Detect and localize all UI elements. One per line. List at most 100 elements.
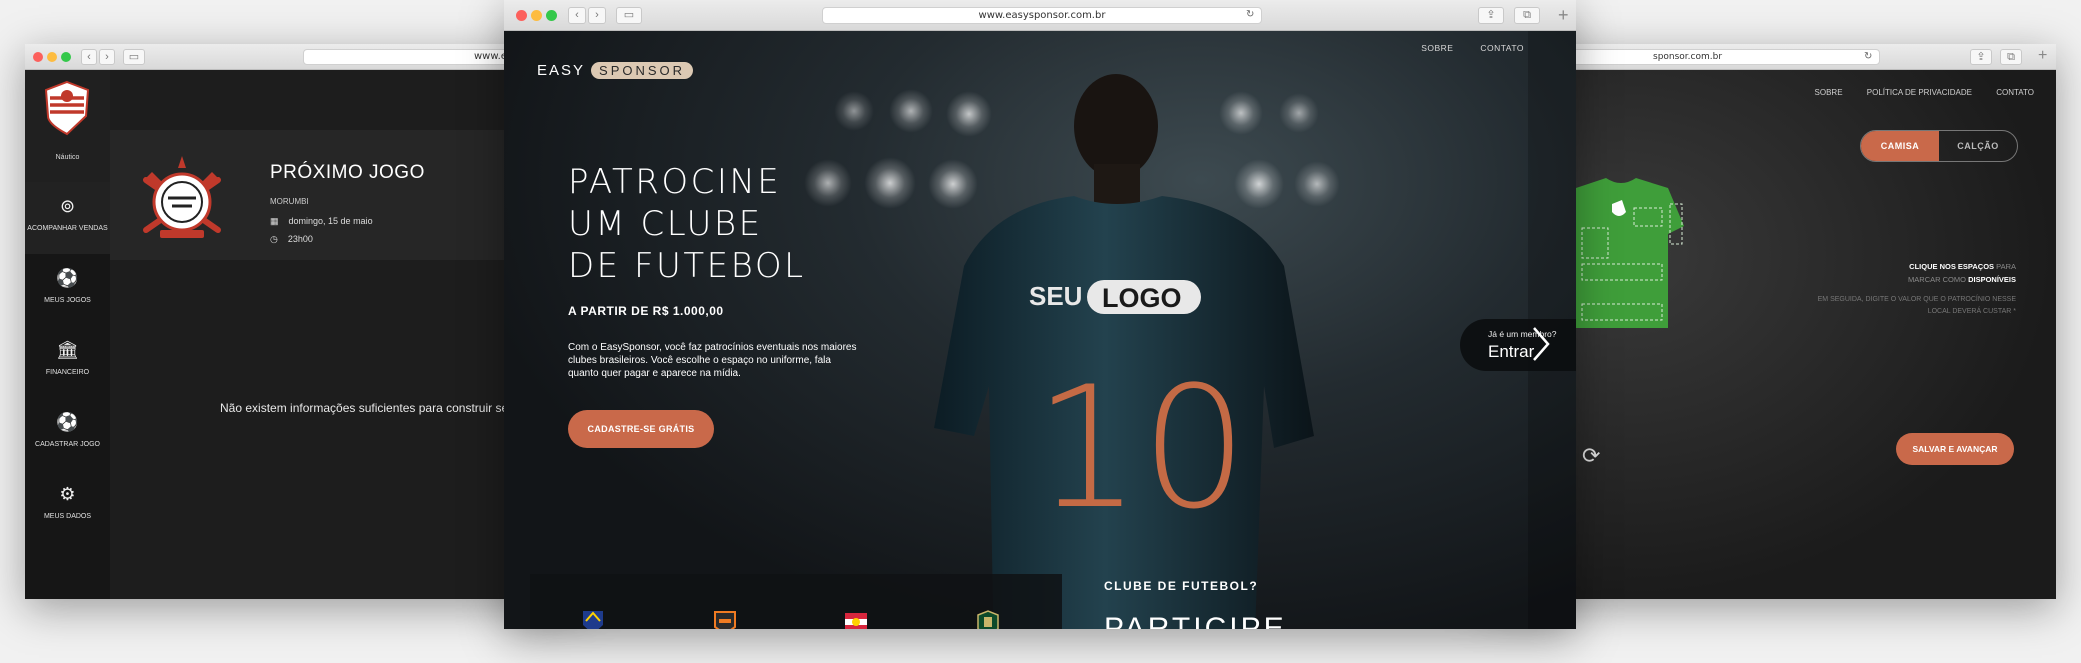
save-and-continue-button[interactable]: SALVAR E AVANÇAR [1896,433,2014,465]
member-login-link[interactable]: Entrar [1488,342,1534,362]
dashboard-browser-window: ‹ › ▭ www.easyspons Náutico ⊚ ACOMPANHAR… [25,44,585,599]
sidebar-toggle-button[interactable]: ▭ [616,7,642,24]
sidebar-item-label: ACOMPANHAR VENDAS [27,225,108,232]
club-sidebar: Náutico ⊚ ACOMPANHAR VENDAS ⚽ MEUS JOGOS… [25,70,110,599]
minimize-window-button[interactable] [47,52,57,62]
close-window-button[interactable] [33,52,43,62]
sidebar-item-cadastrar-jogo[interactable]: ⚽ CADASTRAR JOGO [25,398,110,470]
stadium-light [889,89,933,133]
nav-contato[interactable]: CONTATO [1480,43,1524,53]
corinthians-crest-icon [143,156,221,238]
club-name: Náutico [55,154,80,161]
club-question: CLUBE DE FUTEBOL? [1104,579,1259,593]
new-tab-button[interactable]: + [2038,47,2047,65]
nav-contato[interactable]: CONTATO [1996,88,2034,97]
uniform-part-toggle: CAMISA CALÇÃO [1860,130,2018,162]
back-button[interactable]: ‹ [81,49,97,65]
top-nav: SOBRE POLÍTICA DE PRIVACIDADE CONTATO [1793,88,2034,97]
landing-browser-window: ‹ › ▭ www.easysponsor.com.br ↻ ⇪ ⧉ + EAS… [504,0,1576,629]
headline-line: UM CLUBE [568,204,763,244]
hint-dim-2: MARCAR COMO [1908,275,1966,284]
stage: ‹ › ▭ www.easyspons Náutico ⊚ ACOMPANHAR… [0,0,2081,663]
forward-button[interactable]: › [99,49,115,65]
next-game-date-row: ▦ domingo, 15 de maio [270,216,373,227]
refresh-icon[interactable]: ⟳ [1582,443,1600,469]
ball-add-icon: ⚽ [56,412,79,432]
sponsor-price-hint: EM SEGUIDA, DIGITE O VALOR QUE O PATROCÍ… [1817,296,2016,315]
tabs-button[interactable]: ⧉ [1514,7,1540,24]
reload-icon[interactable]: ↻ [1246,9,1254,20]
sidebar-item-label: MEUS JOGOS [44,297,91,304]
nautico-crest-icon [44,80,90,136]
price-tagline: A PARTIR DE R$ 1.000,00 [568,304,724,318]
logo-sponsor: SPONSOR [591,62,694,79]
signup-free-button[interactable]: CADASTRE-SE GRÁTIS [568,410,714,448]
next-game-time: 23h00 [287,234,313,244]
logo-easy: EASY [537,62,586,79]
top-nav: SOBRE CONTATO [1397,43,1524,53]
sidebar-item-financeiro[interactable]: 🏛 FINANCEIRO [25,326,110,398]
toggle-camisa[interactable]: CAMISA [1861,131,1939,161]
next-game-date: domingo, 15 de maio [288,216,373,226]
back-button[interactable]: ‹ [568,7,586,24]
bank-icon: 🏛 [56,340,79,360]
address-bar[interactable]: www.easysponsor.com.br [822,7,1262,24]
toggle-calcao[interactable]: CALÇÃO [1939,131,2017,161]
hint-dim-1: PARA [1996,262,2016,271]
hero-description: Com o EasySponsor, você faz patrocínios … [568,342,857,379]
hint-bold-2: DISPONÍVEIS [1968,275,2016,284]
nav-sobre[interactable]: SOBRE [1421,43,1453,53]
share-button[interactable]: ⇪ [1970,49,1992,65]
club-brand: Náutico [25,70,110,182]
sidebar-item-meus-jogos[interactable]: ⚽ MEUS JOGOS [25,254,110,326]
sidebar-item-label: CADASTRAR JOGO [35,441,100,448]
reload-icon[interactable]: ↻ [1864,51,1872,62]
chevron-right-icon[interactable] [1530,324,1562,364]
tabs-button[interactable]: ⧉ [2000,49,2022,65]
new-tab-button[interactable]: + [1558,5,1569,26]
browser-toolbar: ‹ › ▭ www.easyspons [25,44,585,70]
nav-sobre[interactable]: SOBRE [1815,88,1843,97]
jersey-number: 10 [1034,350,1248,546]
stadium-light [834,91,874,131]
next-game-title: PRÓXIMO JOGO [270,162,425,183]
minimize-window-button[interactable] [531,10,542,21]
gears-icon: ⚙ [59,484,76,504]
sidebar-item-label: FINANCEIRO [45,369,90,376]
close-window-button[interactable] [516,10,527,21]
jersey-logo-text: LOGO [1102,283,1182,313]
green-shirt-preview[interactable] [1576,178,1686,328]
stadium-light [864,157,916,209]
red-bulls-icon [845,613,867,629]
football-player-image: SEU LOGO 10 [934,74,1314,629]
calendar-icon: ▦ [270,216,279,226]
la-galaxy-icon [583,611,603,629]
dynamo-crest-icon [714,611,736,629]
headline-line: PATROCINE [568,162,782,202]
hero-section: EASY SPONSOR SOBRE CONTATO PATROCINE UM C… [504,31,1576,629]
coin-icon: ⊚ [59,196,76,216]
sidebar-item-acompanhar-vendas[interactable]: ⊚ ACOMPANHAR VENDAS [25,182,110,254]
ball-icon: ⚽ [56,268,79,288]
next-game-venue: MORUMBI [270,197,309,206]
headline-line: DE FUTEBOL [568,246,806,286]
sponsor-spot-hint: CLIQUE NOS ESPAÇOS PARA MARCAR COMO DISP… [1816,260,2016,286]
timbers-crest-icon [977,610,999,629]
hint-bold-1: CLIQUE NOS ESPAÇOS [1909,262,1995,271]
share-button[interactable]: ⇪ [1478,7,1504,24]
site-logo[interactable]: EASY SPONSOR [537,62,694,79]
next-game-time-row: ◷ 23h00 [270,234,313,245]
maximize-window-button[interactable] [546,10,557,21]
nav-privacidade[interactable]: POLÍTICA DE PRIVACIDADE [1867,88,1972,97]
hero-headline: PATROCINE UM CLUBE DE FUTEBOL [568,161,806,287]
sidebar-item-label: MEUS DADOS [43,513,92,520]
jersey-seu-text: SEU [1029,281,1082,311]
forward-button[interactable]: › [588,7,606,24]
club-logos-strip [530,574,1062,629]
maximize-window-button[interactable] [61,52,71,62]
address-bar[interactable]: sponsor.com.br [1560,49,1880,65]
empty-state-message: Não existem informações suficientes para… [220,401,515,415]
stadium-light [804,159,852,207]
sidebar-item-meus-dados[interactable]: ⚙ MEUS DADOS [25,470,110,542]
sidebar-toggle-button[interactable]: ▭ [123,49,145,65]
